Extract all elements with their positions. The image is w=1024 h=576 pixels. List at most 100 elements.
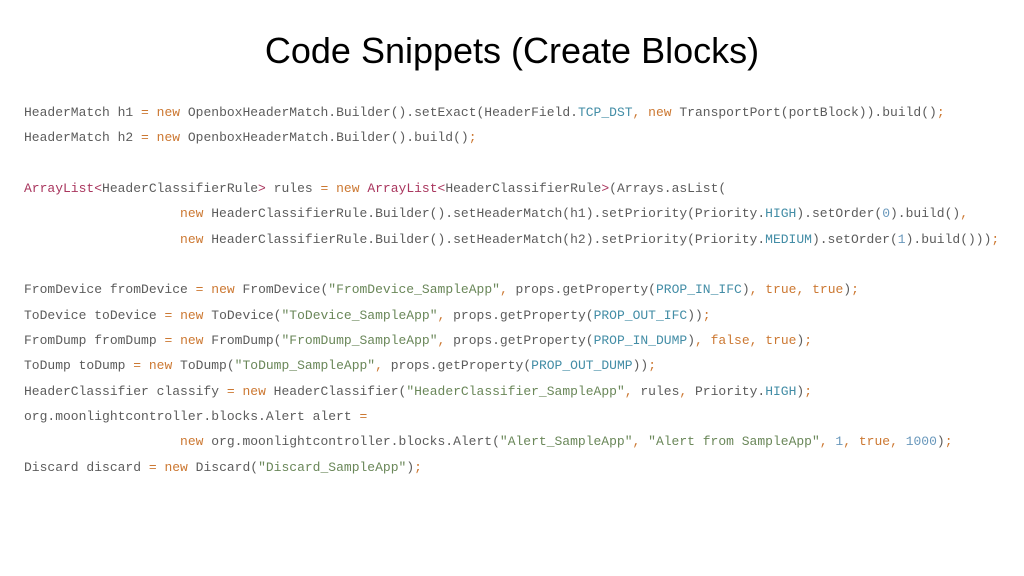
- code-token: ;: [414, 460, 422, 475]
- code-token: ArrayList<: [367, 181, 445, 196]
- code-token: [149, 105, 157, 120]
- code-token: )): [687, 308, 703, 323]
- code-line: new HeaderClassifierRule.Builder().setHe…: [24, 206, 968, 221]
- code-line: FromDump fromDump = new FromDump("FromDu…: [24, 333, 812, 348]
- code-token: ,: [375, 358, 383, 373]
- code-token: =: [359, 409, 367, 424]
- code-line: ToDump toDump = new ToDump("ToDump_Sampl…: [24, 358, 656, 373]
- code-token: ,: [843, 434, 851, 449]
- code-token: [851, 434, 859, 449]
- code-token: [640, 434, 648, 449]
- code-token: OpenboxHeaderMatch.Builder().setExact(He…: [180, 105, 578, 120]
- code-token: ;: [469, 130, 477, 145]
- code-token: ;: [937, 105, 945, 120]
- code-token: ): [406, 460, 414, 475]
- code-token: new: [157, 130, 180, 145]
- code-token: HeaderClassifierRule: [102, 181, 258, 196]
- code-token: props.getProperty(: [383, 358, 531, 373]
- code-token: ).setOrder(: [812, 232, 898, 247]
- code-token: ToDevice toDevice: [24, 308, 164, 323]
- code-token: [804, 282, 812, 297]
- code-line: new org.moonlightcontroller.blocks.Alert…: [24, 434, 953, 449]
- code-line: ToDevice toDevice = new ToDevice("ToDevi…: [24, 308, 711, 323]
- code-token: ): [742, 282, 750, 297]
- code-token: "Alert from SampleApp": [648, 434, 820, 449]
- code-token: HeaderClassifierRule.Builder().setHeader…: [203, 206, 765, 221]
- code-token: ,: [500, 282, 508, 297]
- code-token: =: [133, 358, 141, 373]
- code-token: =: [141, 130, 149, 145]
- code-token: [172, 308, 180, 323]
- code-token: FromDevice fromDevice: [24, 282, 196, 297]
- code-token: 0: [882, 206, 890, 221]
- code-token: ,: [820, 434, 828, 449]
- code-token: =: [149, 460, 157, 475]
- code-token: props.getProperty(: [445, 333, 593, 348]
- code-token: true: [765, 282, 796, 297]
- code-token: FromDevice(: [235, 282, 329, 297]
- code-token: "ToDevice_SampleApp": [281, 308, 437, 323]
- code-token: 1000: [906, 434, 937, 449]
- code-token: ;: [804, 333, 812, 348]
- code-token: ;: [851, 282, 859, 297]
- code-token: PROP_IN_IFC: [656, 282, 742, 297]
- code-token: HeaderClassifier(: [266, 384, 406, 399]
- code-token: [141, 358, 149, 373]
- code-token: new: [180, 434, 203, 449]
- code-token: new: [149, 358, 172, 373]
- code-token: [172, 333, 180, 348]
- code-line: HeaderMatch h1 = new OpenboxHeaderMatch.…: [24, 105, 945, 120]
- code-token: ): [843, 282, 851, 297]
- code-token: new: [180, 333, 203, 348]
- code-token: ArrayList<: [24, 181, 102, 196]
- code-token: ): [937, 434, 945, 449]
- code-token: true: [859, 434, 890, 449]
- code-token: >: [601, 181, 609, 196]
- code-token: ,: [960, 206, 968, 221]
- code-token: Priority.: [687, 384, 765, 399]
- code-token: org.moonlightcontroller.blocks.Alert(: [203, 434, 499, 449]
- code-block: HeaderMatch h1 = new OpenboxHeaderMatch.…: [0, 100, 1024, 480]
- code-line: new HeaderClassifierRule.Builder().setHe…: [24, 232, 999, 247]
- code-token: [898, 434, 906, 449]
- code-token: false: [711, 333, 750, 348]
- code-token: HeaderMatch h2: [24, 130, 141, 145]
- code-line: ArrayList<HeaderClassifierRule> rules = …: [24, 181, 726, 196]
- slide: Code Snippets (Create Blocks) HeaderMatc…: [0, 0, 1024, 576]
- code-token: ToDevice(: [203, 308, 281, 323]
- code-token: "ToDump_SampleApp": [235, 358, 375, 373]
- code-token: org.moonlightcontroller.blocks.Alert ale…: [24, 409, 359, 424]
- code-token: ;: [945, 434, 953, 449]
- code-token: Discard discard: [24, 460, 149, 475]
- code-token: ToDump(: [172, 358, 234, 373]
- code-token: ;: [804, 384, 812, 399]
- code-token: HeaderClassifier classify: [24, 384, 227, 399]
- code-token: true: [812, 282, 843, 297]
- code-token: TransportPort(portBlock)).build(): [672, 105, 937, 120]
- code-token: FromDump fromDump: [24, 333, 164, 348]
- code-token: PROP_OUT_IFC: [594, 308, 688, 323]
- code-token: ).setOrder(: [796, 206, 882, 221]
- code-token: =: [141, 105, 149, 120]
- code-token: new: [648, 105, 671, 120]
- slide-title: Code Snippets (Create Blocks): [0, 30, 1024, 72]
- code-token: "FromDump_SampleApp": [281, 333, 437, 348]
- code-token: props.getProperty(: [508, 282, 656, 297]
- code-token: [24, 232, 180, 247]
- code-token: MEDIUM: [765, 232, 812, 247]
- code-token: =: [227, 384, 235, 399]
- code-token: true: [765, 333, 796, 348]
- code-token: new: [211, 282, 234, 297]
- code-token: new: [180, 232, 203, 247]
- code-token: ,: [890, 434, 898, 449]
- code-line: HeaderClassifier classify = new HeaderCl…: [24, 384, 812, 399]
- code-token: "Alert_SampleApp": [500, 434, 633, 449]
- code-token: ).build(): [890, 206, 960, 221]
- code-token: new: [164, 460, 187, 475]
- code-token: ,: [625, 384, 633, 399]
- code-token: new: [242, 384, 265, 399]
- code-token: props.getProperty(: [445, 308, 593, 323]
- code-token: new: [180, 308, 203, 323]
- code-token: HIGH: [765, 384, 796, 399]
- code-line: org.moonlightcontroller.blocks.Alert ale…: [24, 409, 367, 424]
